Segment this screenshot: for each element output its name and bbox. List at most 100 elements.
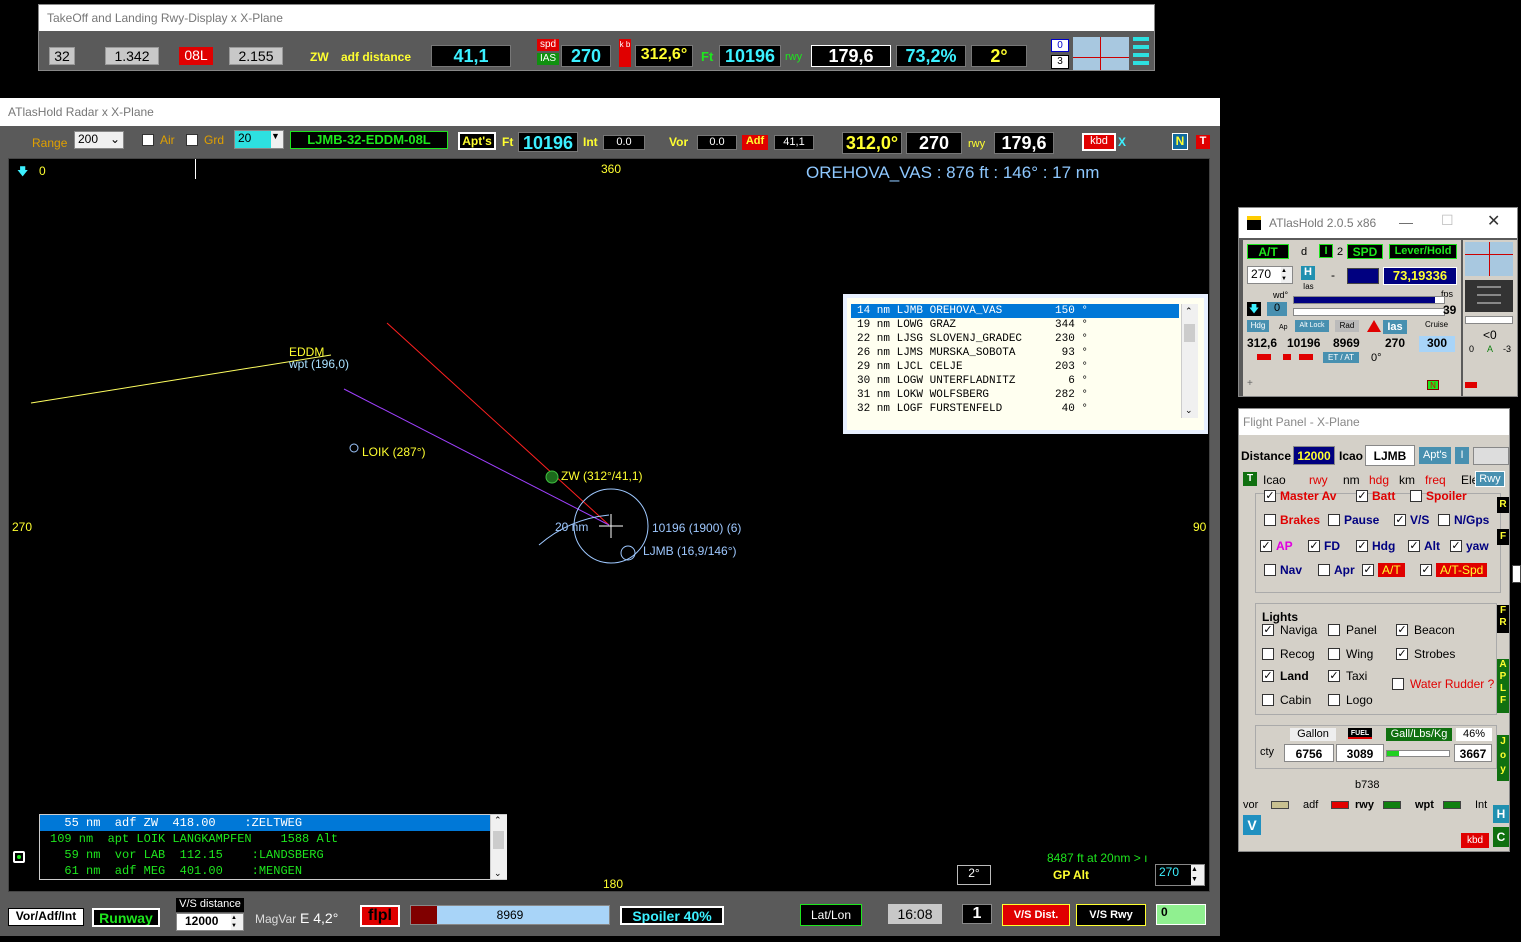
down-arrow-icon[interactable]: 🡇 (1247, 302, 1261, 316)
checkbox[interactable]: ✓ (1396, 648, 1408, 660)
runway-button[interactable]: Runway (92, 908, 160, 927)
n-button[interactable]: N (1172, 133, 1188, 150)
grd-select[interactable]: 20 ▼ (234, 130, 284, 149)
checkbox[interactable]: ✓ (1450, 540, 1462, 552)
checkbox[interactable] (1328, 648, 1340, 660)
checkbox[interactable]: ✓ (1356, 540, 1368, 552)
range-select[interactable]: 200 ⌄ (74, 131, 124, 149)
legend-swatch[interactable] (1331, 801, 1349, 809)
side-tab-f[interactable]: F (1497, 529, 1509, 545)
et-at-button[interactable]: ET / AT (1323, 352, 1359, 363)
nav-list[interactable]: 55 nm adf ZW 418.00 :ZELTWEG 109 nm apt L… (40, 815, 490, 879)
maximize-icon[interactable]: ☐ (1441, 212, 1454, 229)
distance-input[interactable]: 12000 (1293, 446, 1335, 465)
nav-list-scrollbar[interactable]: ⌃ ⌄ (490, 815, 507, 879)
flpl-button[interactable]: flpl (360, 905, 400, 927)
checkbox[interactable] (1328, 624, 1340, 636)
blank-field[interactable] (1473, 447, 1509, 465)
checkbox[interactable] (1392, 678, 1404, 690)
ias-tab[interactable]: Ias (1383, 320, 1407, 334)
list-item[interactable]: 19 nm LOWG GRAZ 344 ° (851, 318, 1179, 332)
speed-stepper[interactable]: 270 ▲ ▼ (1247, 266, 1293, 284)
list-item[interactable]: 31 nm LOKW WOLFSBERG 282 ° (851, 388, 1179, 402)
air-checkbox[interactable] (142, 134, 154, 146)
legend-swatch[interactable] (1443, 801, 1461, 809)
side-tab-joy[interactable]: J o y (1497, 735, 1509, 781)
checkbox[interactable]: ✓ (1362, 564, 1374, 576)
gall-lbs-kg-button[interactable]: Gall/Lbs/Kg (1386, 728, 1452, 741)
spd-button[interactable]: SPD (1347, 244, 1383, 259)
spinner-icon[interactable]: ▲ ▼ (1191, 865, 1204, 885)
airport-list[interactable]: 14 nm LJMB OREHOVA_VAS 150 ° 19 nm LOWG G… (851, 304, 1179, 416)
vs-dist-button[interactable]: V/S Dist. (1002, 904, 1070, 926)
checkbox[interactable]: ✓ (1356, 490, 1368, 502)
record-icon[interactable] (13, 851, 25, 863)
list-item[interactable]: 26 nm LJMS MURSKA_SOBOTA 93 ° (851, 346, 1179, 360)
i-button[interactable]: I (1319, 244, 1333, 258)
checkbox[interactable] (1438, 514, 1450, 526)
spinner-icon[interactable]: ▲ ▼ (231, 914, 243, 930)
vs-rwy-button[interactable]: V/S Rwy (1076, 904, 1146, 926)
checkbox[interactable]: ✓ (1396, 624, 1408, 636)
vor-adf-int-button[interactable]: Vor/Adf/Int (8, 908, 84, 926)
scroll-thumb[interactable] (493, 831, 504, 849)
checkbox[interactable]: ✓ (1308, 540, 1320, 552)
gp-stepper[interactable]: 270 ▲ ▼ (1155, 864, 1205, 886)
apts-button[interactable]: Apt's (1419, 447, 1451, 464)
list-item[interactable]: 59 nm vor LAB 112.15 :LANDSBERG (40, 847, 490, 863)
vs-distance-input[interactable]: 12000 ▲ ▼ (176, 913, 244, 931)
v-button[interactable]: V (1243, 815, 1261, 835)
green-input[interactable]: 0 (1156, 904, 1206, 925)
c-button[interactable]: C (1493, 827, 1509, 847)
checkbox[interactable] (1410, 490, 1422, 502)
checkbox[interactable]: ✓ (1408, 540, 1420, 552)
checkbox[interactable]: ✓ (1394, 514, 1406, 526)
checkbox[interactable]: ✓ (1262, 624, 1274, 636)
minimize-icon[interactable]: — (1399, 214, 1413, 230)
scroll-up-icon[interactable]: ⌃ (1185, 306, 1193, 317)
t-button[interactable]: T (1243, 472, 1257, 486)
airport-list-scrollbar[interactable]: ⌃ ⌄ (1181, 304, 1198, 418)
radar-display[interactable]: 🡇 0 360 OREHOVA_VAS : 876 ft : 146° : 17… (8, 158, 1210, 892)
kb-toggle[interactable]: k b (619, 39, 631, 67)
scroll-down-icon[interactable]: ⌄ (1185, 405, 1193, 416)
latlon-button[interactable]: Lat/Lon (800, 904, 862, 926)
side-tab-aplf[interactable]: A P L F (1497, 659, 1509, 713)
kbd-button[interactable]: kbd (1082, 133, 1116, 151)
legend-swatch[interactable] (1271, 801, 1289, 809)
t-button[interactable]: T (1196, 135, 1210, 149)
at-button[interactable]: A/T (1247, 244, 1289, 259)
scroll-down-icon[interactable]: ⌄ (494, 868, 502, 879)
close-x-icon[interactable]: X (1118, 135, 1126, 149)
icao-input[interactable]: LJMB (1365, 445, 1415, 466)
list-item[interactable]: 32 nm LOGF FURSTENFELD 40 ° (851, 402, 1179, 416)
i-button[interactable]: I (1455, 447, 1469, 464)
apts-button[interactable]: Apt's (458, 132, 496, 150)
alt-lock-tab[interactable]: Alt Lock (1295, 320, 1329, 332)
checkbox[interactable]: ✓ (1420, 564, 1432, 576)
h-button[interactable]: H (1301, 266, 1315, 280)
spoiler-button[interactable]: Spoiler 40% (620, 906, 724, 925)
checkbox[interactable] (1264, 514, 1276, 526)
checkbox[interactable] (1262, 694, 1274, 706)
list-item[interactable]: 14 nm LJMB OREHOVA_VAS 150 ° (851, 304, 1179, 318)
list-item[interactable]: 61 nm adf MEG 401.00 :MENGEN (40, 863, 490, 879)
grd-checkbox[interactable] (186, 134, 198, 146)
lever-hold-button[interactable]: Lever/Hold (1389, 244, 1457, 259)
list-item[interactable]: 29 nm LJCL CELJE 203 ° (851, 360, 1179, 374)
checkbox[interactable]: ✓ (1260, 540, 1272, 552)
scroll-thumb[interactable] (1184, 324, 1195, 342)
side-tab-fr[interactable]: F R (1497, 605, 1509, 633)
hdg-tab[interactable]: Hdg (1247, 320, 1269, 332)
checkbox[interactable] (1262, 648, 1274, 660)
checkbox[interactable]: ✓ (1264, 490, 1276, 502)
checkbox[interactable]: ✓ (1328, 670, 1340, 682)
h-button[interactable]: H (1493, 805, 1509, 823)
checkbox[interactable] (1328, 514, 1340, 526)
legend-swatch[interactable] (1383, 801, 1401, 809)
close-icon[interactable]: ✕ (1487, 211, 1500, 231)
list-item[interactable]: 22 nm LJSG SLOVENJ_GRADEC 230 ° (851, 332, 1179, 346)
list-item[interactable]: 55 nm adf ZW 418.00 :ZELTWEG (40, 815, 490, 831)
scroll-up-icon[interactable]: ⌃ (494, 815, 502, 826)
checkbox[interactable] (1264, 564, 1276, 576)
